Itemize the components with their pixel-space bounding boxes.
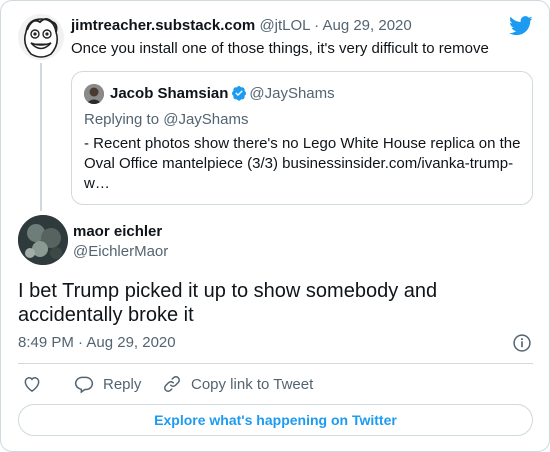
avatar-maor-eichler[interactable] <box>18 215 68 265</box>
parent-author-handle[interactable]: @jtLOL <box>259 17 310 34</box>
tweet-author-name[interactable]: maor eichler <box>73 223 162 241</box>
reply-label: Reply <box>103 375 142 393</box>
embedded-tweet-card: jimtreacher.substack.com @jtLOL · Aug 29… <box>0 0 550 452</box>
replying-to-text: Replying to @JayShams <box>84 111 249 128</box>
parent-tweet-text: Once you install one of those things, it… <box>71 40 489 57</box>
avatar-jacob-shamsian <box>84 84 104 104</box>
like-button[interactable] <box>22 373 42 395</box>
verified-badge-icon <box>232 86 247 101</box>
tweet-timestamp[interactable]: 8:49 PM · Aug 29, 2020 <box>18 334 176 352</box>
heart-icon <box>24 376 40 392</box>
copy-link-label: Copy link to Tweet <box>191 375 314 393</box>
quoted-tweet-header: Jacob Shamsian @JayShams <box>110 85 335 103</box>
quoted-author-handle: @JayShams <box>249 85 335 102</box>
link-icon <box>164 376 180 392</box>
thread-connector-line <box>40 63 42 211</box>
quoted-tweet-text: - Recent photos show there's no Lego Whi… <box>84 135 521 192</box>
reply-button[interactable]: Reply <box>74 373 141 395</box>
quoted-author-name: Jacob Shamsian <box>110 85 229 102</box>
reply-icon <box>74 376 94 394</box>
parent-separator: · <box>314 17 320 34</box>
tweet-text: I bet Trump picked it up to show somebod… <box>18 280 438 326</box>
quoted-tweet[interactable]: Jacob Shamsian @JayShams Replying to @Jay… <box>71 71 533 205</box>
parent-date[interactable]: Aug 29, 2020 <box>322 17 411 34</box>
avatar-jimtreacher[interactable] <box>18 14 64 60</box>
twitter-bird-icon[interactable] <box>509 16 533 36</box>
actions-divider <box>18 363 533 364</box>
parent-tweet-header: jimtreacher.substack.com @jtLOL · Aug 29… <box>71 17 412 35</box>
info-icon[interactable] <box>512 333 532 353</box>
explore-twitter-button[interactable]: Explore what's happening on Twitter <box>18 404 533 436</box>
copy-link-button[interactable]: Copy link to Tweet <box>162 373 313 395</box>
parent-author-name[interactable]: jimtreacher.substack.com <box>71 17 255 34</box>
tweet-author-handle[interactable]: @EichlerMaor <box>73 243 168 261</box>
